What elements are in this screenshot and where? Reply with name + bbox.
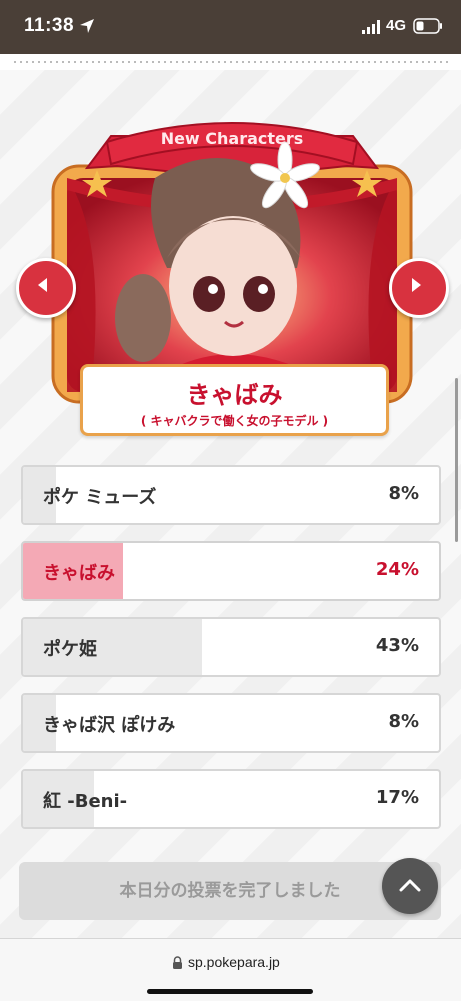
network-type: 4G	[386, 17, 407, 34]
poll-option-poke-muse[interactable]: ポケ ミューズ 8%	[21, 465, 441, 525]
chevron-right-icon	[412, 278, 421, 292]
chevron-left-icon	[38, 278, 47, 292]
status-time: 11:38	[24, 15, 75, 36]
poll-option-percent: 43%	[375, 635, 419, 656]
character-name-card: きゃばみ ( キャバクラで働く女の子モデル )	[80, 364, 389, 436]
lock-icon	[173, 956, 182, 969]
previous-character-button[interactable]	[16, 258, 76, 318]
poll-option-label: 紅 -Beni-	[43, 791, 128, 812]
poll-option-percent: 24%	[375, 559, 419, 580]
poll-option-poke-hime[interactable]: ポケ姫 43%	[21, 617, 441, 677]
vote-completed-button: 本日分の投票を完了しました	[19, 862, 441, 920]
home-indicator	[147, 989, 313, 994]
dotted-divider	[0, 54, 461, 70]
battery-icon	[413, 18, 442, 34]
signal-icon	[362, 20, 380, 34]
poll-option-percent: 17%	[375, 787, 419, 808]
scroll-to-top-button[interactable]	[382, 858, 438, 914]
poll-option-percent: 8%	[388, 483, 419, 504]
poll-option-label: きゃばみ	[43, 563, 115, 584]
location-arrow-icon	[80, 19, 94, 33]
poll-option-label: きゃば沢 ぽけみ	[43, 715, 176, 736]
scroll-indicator[interactable]	[455, 378, 458, 542]
poll-option-kyabasawa-pokemi[interactable]: きゃば沢 ぽけみ 8%	[21, 693, 441, 753]
status-bar: 11:38 4G	[0, 0, 461, 54]
chevron-up-icon	[399, 879, 421, 892]
character-description: ( キャバクラで働く女の子モデル )	[140, 414, 329, 428]
character-name: きゃばみ	[186, 381, 283, 409]
poll-option-beni[interactable]: 紅 -Beni- 17%	[21, 769, 441, 829]
url-text: sp.pokepara.jp	[188, 954, 280, 970]
banner-ribbon-text: New Characters	[161, 129, 304, 148]
poll-option-label: ポケ姫	[43, 639, 97, 660]
poll-option-kyabami[interactable]: きゃばみ 24%	[21, 541, 441, 601]
poll-option-percent: 8%	[388, 711, 419, 732]
browser-address-bar[interactable]: sp.pokepara.jp	[0, 938, 461, 1001]
next-character-button[interactable]	[389, 258, 449, 318]
poll-option-label: ポケ ミューズ	[43, 487, 157, 508]
